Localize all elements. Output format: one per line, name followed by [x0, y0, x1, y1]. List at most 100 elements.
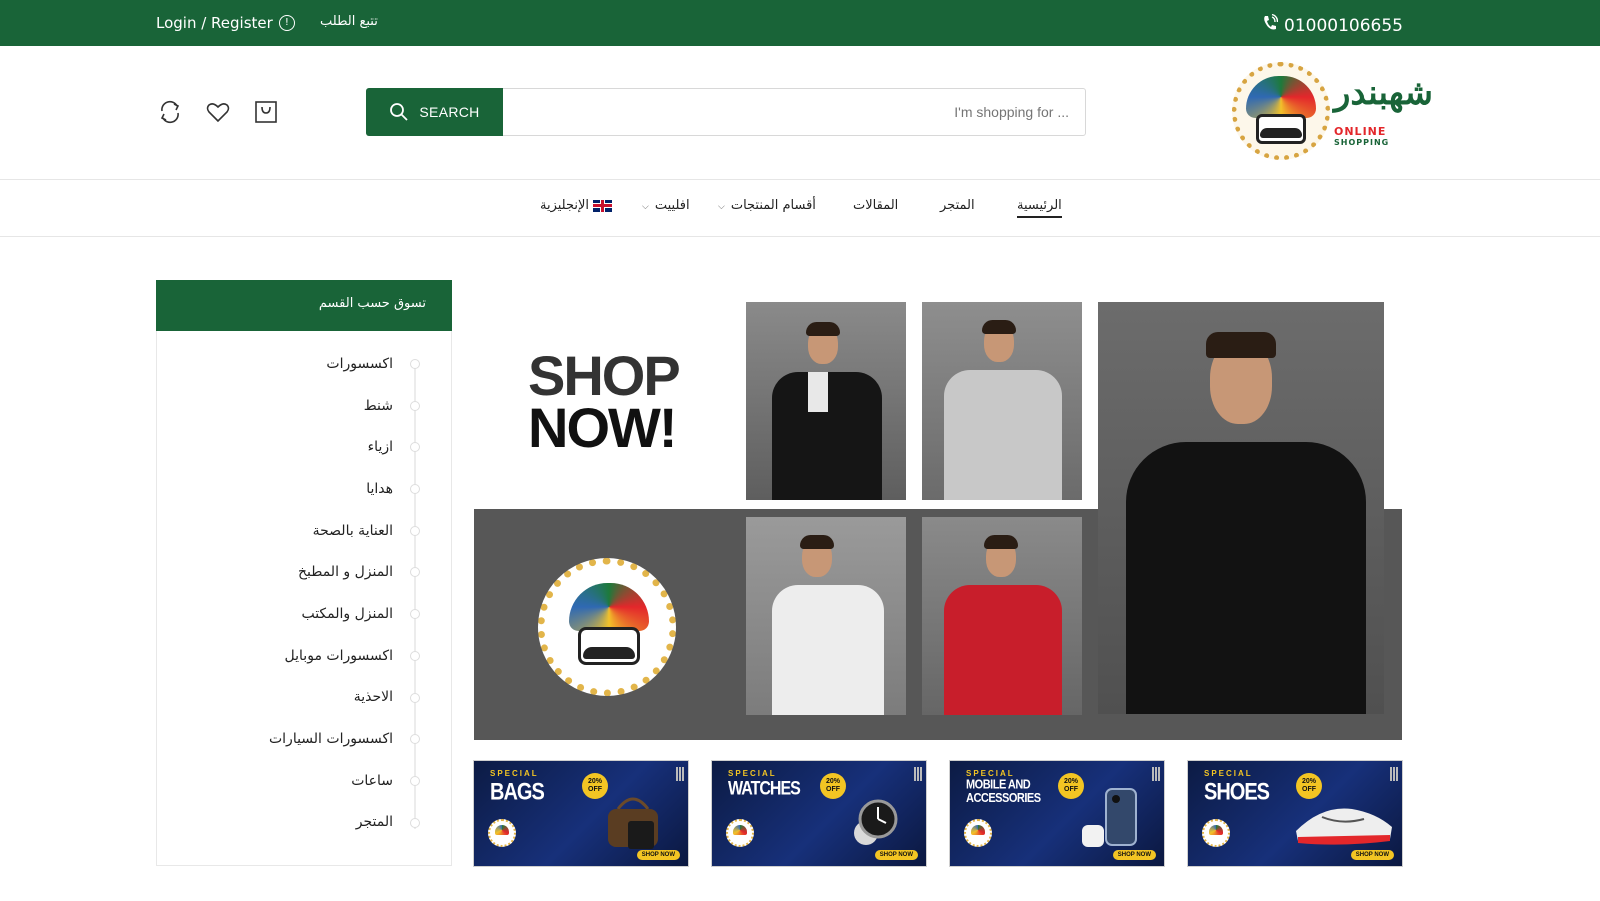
bullet-icon: [410, 567, 420, 578]
promo-special-label: SPECIAL: [728, 769, 777, 778]
category-item-label: شنط: [363, 397, 393, 414]
category-item-label: اكسسورات: [326, 355, 393, 372]
hero-banner[interactable]: SHOP NOW!: [474, 302, 1402, 740]
shop-now-button[interactable]: SHOP NOW: [636, 850, 680, 860]
promo-banners: SPECIAL BAGS 20% OFF SHOP NOW SPECIAL WAT…: [473, 760, 1403, 867]
emblem-turban: [569, 583, 649, 631]
category-list: اكسسورات شنط ازياء هدايا العناية بالصحة …: [157, 343, 451, 843]
login-register-label[interactable]: Login / Register: [156, 14, 273, 32]
uk-flag-icon: [593, 199, 613, 212]
category-item[interactable]: المنزل و المطبخ: [157, 551, 451, 593]
category-item[interactable]: المتجر: [157, 802, 451, 844]
search-icon: [390, 103, 409, 121]
phone-label: 01000106655: [1284, 15, 1403, 36]
promo-banner-watches[interactable]: SPECIAL WATCHES 20% OFF SHOP NOW: [711, 760, 927, 867]
promo-banner-shoes[interactable]: SPECIAL SHOES 20% OFF SHOP NOW: [1187, 760, 1403, 867]
category-item[interactable]: المنزل والمكتب: [157, 593, 451, 635]
nav-item-product-categories[interactable]: أقسام المنتجات ⌵: [718, 198, 816, 213]
logo-arabic-word: شهبندر: [1334, 73, 1433, 113]
category-item-label: ازياء: [367, 439, 393, 456]
wishlist-heart-icon[interactable]: [204, 98, 232, 126]
bullet-icon: [410, 359, 420, 369]
site-logo[interactable]: شهبندر ONLINE SHOPPING: [1232, 62, 1433, 162]
nav-item-affiliate[interactable]: افلييت ⌵: [642, 198, 690, 213]
discount-value: 20%: [1301, 778, 1316, 785]
category-item[interactable]: العناية بالصحة: [157, 510, 451, 552]
promo-banner-bags[interactable]: SPECIAL BAGS 20% OFF SHOP NOW: [473, 760, 689, 867]
phone-product-icon: [1082, 788, 1137, 847]
category-item-label: المنزل و المطبخ: [297, 564, 393, 581]
search-button-label: SEARCH: [419, 104, 480, 120]
model-photo-red-hoodie[interactable]: [922, 517, 1082, 715]
promo-special-label: SPECIAL: [1204, 769, 1253, 778]
category-item-label: ساعات: [351, 772, 393, 789]
shop-now-button[interactable]: SHOP NOW: [874, 850, 918, 860]
nav-item-home[interactable]: الرئيسية: [1017, 198, 1062, 218]
shop-now-line2: NOW!: [528, 396, 678, 459]
track-order-link[interactable]: تتبع الطلب: [320, 14, 378, 29]
mini-logo: [1202, 819, 1230, 847]
bullet-icon: [410, 734, 420, 745]
category-sidebar-title: تسوق حسب القسم: [156, 280, 452, 331]
promo-banner-mobile[interactable]: SPECIAL MOBILE AND ACCESSORIES 20% OFF SH…: [949, 760, 1165, 867]
discount-value: 20%: [587, 778, 602, 785]
category-item[interactable]: اكسسورات السيارات: [157, 718, 451, 760]
emblem-mustache: [583, 647, 635, 659]
watch-product-icon: [854, 799, 898, 845]
category-item[interactable]: اكسسورات موبايل: [157, 635, 451, 677]
promo-title: WATCHES: [728, 779, 801, 800]
menu-bars-icon: [914, 767, 922, 781]
nav-item-language[interactable]: الإنجليزية: [540, 198, 613, 213]
emblem-mask: [578, 627, 640, 665]
category-item[interactable]: ازياء: [157, 426, 451, 468]
model-photo-grey-hoodie[interactable]: [922, 302, 1082, 500]
mini-logo: [726, 819, 754, 847]
discount-value: 20%: [1063, 778, 1078, 785]
discount-off: OFF: [826, 786, 840, 793]
cart-bag-icon[interactable]: [252, 98, 280, 126]
category-item-label: العناية بالصحة: [312, 522, 393, 539]
compare-refresh-icon[interactable]: [156, 98, 184, 126]
category-item[interactable]: اكسسورات: [157, 343, 451, 385]
category-item-label: اكسسورات السيارات: [268, 731, 393, 748]
nav-item-language-label: الإنجليزية: [540, 198, 590, 213]
category-item[interactable]: الاحذية: [157, 677, 451, 719]
user-icon: !: [278, 15, 295, 31]
nav-item-product-categories-label: أقسام المنتجات: [730, 198, 816, 213]
bullet-icon: [410, 650, 420, 661]
model-photo-featured[interactable]: [1098, 302, 1384, 714]
category-item[interactable]: شنط: [157, 385, 451, 427]
category-item-label: اكسسورات موبايل: [284, 647, 393, 664]
bullet-icon: [410, 817, 420, 828]
shop-now-button[interactable]: SHOP NOW: [1112, 850, 1156, 860]
category-item[interactable]: ساعات: [157, 760, 451, 802]
login-register-link[interactable]: Login / Register !: [156, 14, 295, 32]
nav-item-articles[interactable]: المقالات: [853, 198, 898, 213]
search-button[interactable]: SEARCH: [366, 88, 503, 136]
mini-logo: [488, 819, 516, 847]
main-nav: الرئيسية المتجر المقالات أقسام المنتجات ⌵…: [0, 180, 1600, 237]
search-bar: SEARCH: [366, 88, 1086, 136]
category-item-label: الاحذية: [353, 689, 393, 706]
logo-online: ONLINE: [1334, 125, 1387, 138]
nav-item-store[interactable]: المتجر: [940, 198, 975, 213]
discount-value: 20%: [825, 778, 840, 785]
category-item[interactable]: هدايا: [157, 468, 451, 510]
promo-title: BAGS: [490, 779, 545, 806]
model-photo-white-sweater[interactable]: [746, 517, 906, 715]
phone-number[interactable]: 01000106655: [1262, 13, 1403, 37]
bullet-icon: [410, 692, 420, 703]
shop-now-button[interactable]: SHOP NOW: [1350, 850, 1394, 860]
logo-mustache: [1260, 128, 1302, 138]
shoe-product-icon: [1296, 808, 1392, 845]
search-input[interactable]: [503, 89, 1085, 135]
category-item-label: المنزل والمكتب: [301, 605, 393, 622]
promo-special-label: SPECIAL: [966, 769, 1015, 778]
promo-title: MOBILE AND ACCESSORIES: [966, 777, 1041, 806]
phone-icon: [1262, 13, 1279, 37]
bullet-icon: [410, 525, 420, 536]
logo-shopping: SHOPPING: [1334, 138, 1390, 147]
model-photo-black-jacket[interactable]: [746, 302, 906, 500]
menu-bars-icon: [1152, 767, 1160, 781]
mini-logo: [964, 819, 992, 847]
